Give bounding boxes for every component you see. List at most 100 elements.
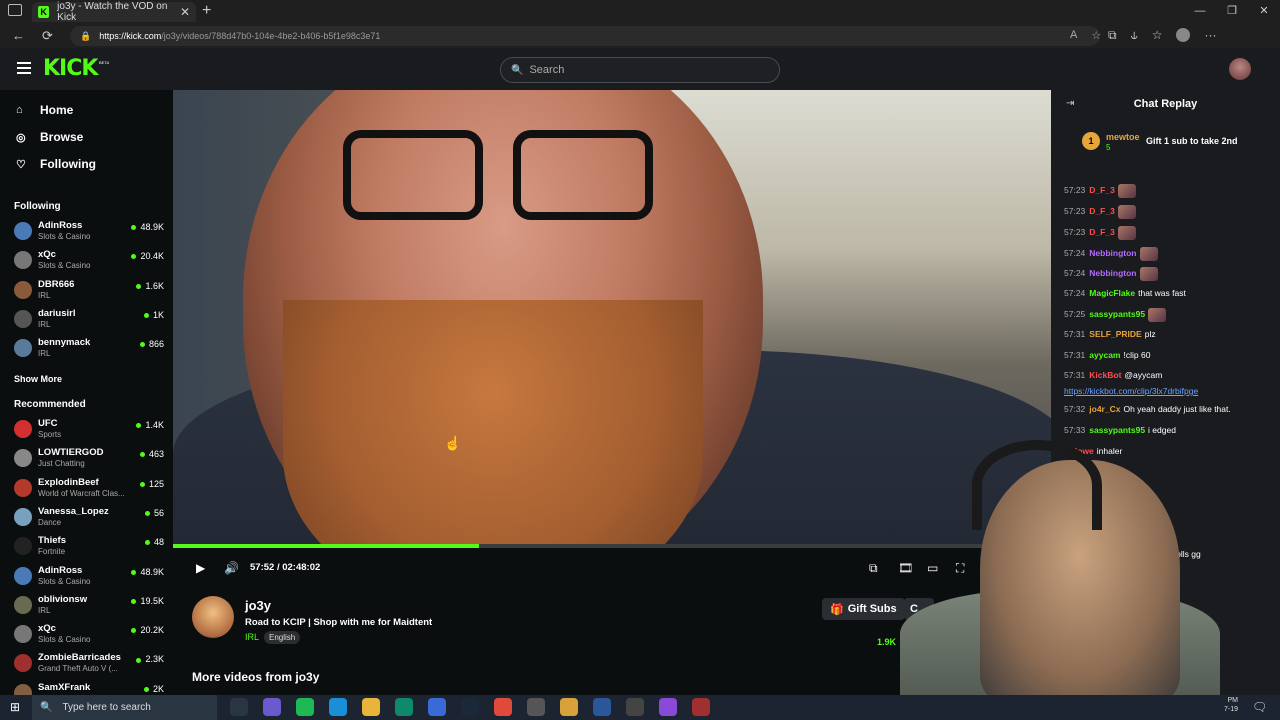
windows-start-icon[interactable]: ⊞: [10, 700, 20, 714]
channel-name: xQc: [38, 249, 56, 261]
kick-logo[interactable]: KICK: [43, 56, 98, 81]
favorite-star-icon[interactable]: ☆: [1091, 29, 1101, 42]
task-view-icon[interactable]: [230, 698, 248, 716]
following-channel[interactable]: bennymack IRL 866: [14, 335, 164, 363]
heart-icon: ♡: [16, 158, 26, 171]
message-user[interactable]: sassypants95: [1089, 425, 1145, 435]
spotify-icon[interactable]: [296, 698, 314, 716]
chrome-icon[interactable]: [494, 698, 512, 716]
channel-name: ZombieBarricades: [38, 652, 121, 664]
channel-avatar: [14, 251, 32, 270]
nav-following[interactable]: ♡ Following: [16, 157, 96, 171]
show-more-button[interactable]: Show More: [14, 374, 62, 384]
app-4-icon[interactable]: [527, 698, 545, 716]
app-2-icon[interactable]: [395, 698, 413, 716]
following-channel[interactable]: dariusirl IRL 1K: [14, 306, 164, 334]
read-aloud-icon[interactable]: A: [1070, 29, 1077, 42]
new-tab-button[interactable]: +: [202, 2, 211, 20]
address-bar[interactable]: 🔒 https://kick.com/jo3y/videos/788d47b0-…: [70, 26, 1100, 46]
message-time: 57:25: [1064, 309, 1086, 320]
maximize-button[interactable]: ❐: [1216, 0, 1248, 22]
message-user[interactable]: D_F_3: [1089, 185, 1115, 195]
mini-player-button[interactable]: ⧉: [869, 561, 878, 576]
split-screen-icon[interactable]: ⫝: [1131, 28, 1138, 43]
message-user[interactable]: D_F_3: [1089, 206, 1115, 216]
category-tag[interactable]: IRL: [245, 632, 259, 642]
steam-icon[interactable]: [461, 698, 479, 716]
recommended-channel[interactable]: ExplodinBeef World of Warcraft Clas... 125: [14, 475, 164, 503]
chrome-2-icon[interactable]: [560, 698, 578, 716]
channel-name[interactable]: jo3y: [245, 598, 271, 613]
notification-icon[interactable]: 🗨: [1252, 700, 1267, 714]
channel-name: Vanessa_Lopez: [38, 505, 109, 517]
channel-avatar: [14, 537, 32, 556]
kickbot-clip-link[interactable]: https://kickbot.com/clip/3lx7drbifpge: [1064, 386, 1198, 396]
system-clock[interactable]: PM 7-19: [1224, 696, 1238, 714]
profile-avatar[interactable]: [1176, 28, 1191, 42]
taskbar-search-input[interactable]: 🔍 Type here to search: [32, 695, 217, 720]
time-readout: 57:52 / 02:48:02: [250, 562, 321, 573]
message-user[interactable]: D_F_3: [1089, 227, 1115, 237]
recommended-channel[interactable]: xQc Slots & Casino 20.2K: [14, 621, 164, 649]
tab-close-icon[interactable]: ✕: [180, 5, 190, 19]
message-user[interactable]: Nebbington: [1089, 268, 1136, 278]
chat-message: 57:33 sassypants95 i edged: [1064, 425, 1176, 435]
word-icon[interactable]: [593, 698, 611, 716]
message-user[interactable]: KickBot: [1089, 370, 1121, 380]
message-user[interactable]: MagicFlake: [1089, 288, 1135, 298]
app-1-icon[interactable]: [263, 698, 281, 716]
clock-time: PM: [1227, 697, 1239, 704]
back-button[interactable]: ←: [12, 28, 25, 43]
recommended-channel[interactable]: oblivionsw IRL 19.5K: [14, 592, 164, 620]
chatgpt-icon[interactable]: [626, 698, 644, 716]
channel-avatar[interactable]: [192, 596, 234, 638]
pinned-sub-count: 5: [1106, 143, 1111, 152]
app-3-icon[interactable]: [428, 698, 446, 716]
browser-menu-icon[interactable]: ···: [1204, 28, 1216, 43]
volume-button[interactable]: 🔊: [224, 561, 239, 575]
search-input[interactable]: 🔍 Search: [500, 57, 780, 83]
minimize-button[interactable]: —: [1184, 0, 1216, 22]
following-channel[interactable]: xQc Slots & Casino 20.4K: [14, 247, 164, 275]
tab-actions-icon[interactable]: [8, 4, 22, 16]
app-5-icon[interactable]: [659, 698, 677, 716]
message-user[interactable]: SELF_PRIDE: [1089, 329, 1141, 339]
message-user[interactable]: jo4r_Cx: [1089, 404, 1120, 414]
recommended-channel[interactable]: Thiefs Fortnite 48: [14, 533, 164, 561]
recommended-channel[interactable]: Vanessa_Lopez Dance 56: [14, 504, 164, 532]
pinned-gift-leaderboard[interactable]: 1 mewtoe 5 Gift 1 sub to take 2nd: [1080, 130, 1260, 156]
message-time: 57:23: [1064, 185, 1086, 196]
recommended-channel[interactable]: AdinRoss Slots & Casino 48.9K: [14, 563, 164, 591]
viewer-count: 1K: [144, 310, 164, 320]
collapse-chat-icon[interactable]: ⇥: [1066, 98, 1074, 109]
app-6-icon[interactable]: [692, 698, 710, 716]
channel-name: SamXFrank: [38, 681, 91, 693]
edge-icon[interactable]: [329, 698, 347, 716]
kick-favicon-icon: K: [38, 6, 50, 18]
following-channel[interactable]: DBR666 IRL 1.6K: [14, 277, 164, 305]
hamburger-menu-icon[interactable]: [17, 62, 31, 74]
close-window-button[interactable]: ✕: [1248, 0, 1280, 22]
webcam-headphones: [972, 440, 1102, 530]
address-bar-icons: A ☆: [1070, 29, 1101, 42]
channel-category: Fortnite: [38, 547, 66, 557]
message-user[interactable]: Nebbington: [1089, 248, 1136, 258]
recommended-channel[interactable]: ZombieBarricades Grand Theft Auto V (... 2…: [14, 650, 164, 678]
play-button[interactable]: ▶: [196, 561, 205, 575]
extensions-icon[interactable]: ⧉: [1108, 28, 1117, 43]
following-channel[interactable]: AdinRoss Slots & Casino 48.9K: [14, 218, 164, 246]
language-tag[interactable]: English: [264, 631, 301, 644]
message-user[interactable]: ayycam: [1089, 350, 1120, 360]
recommended-channel[interactable]: LOWTIERGOD Just Chatting 463: [14, 445, 164, 473]
nav-home[interactable]: ⌂ Home: [16, 103, 73, 117]
browser-tab[interactable]: K jo3y - Watch the VOD on Kick ✕: [32, 1, 196, 23]
nav-browse[interactable]: ◎ Browse: [16, 130, 83, 144]
user-avatar[interactable]: [1229, 58, 1251, 80]
recommended-channel[interactable]: UFC Sports 1.4K: [14, 416, 164, 444]
channel-category: IRL: [38, 349, 51, 359]
reload-button[interactable]: ⟳: [42, 28, 53, 44]
window-controls: — ❐ ✕: [1184, 0, 1280, 22]
favorites-icon[interactable]: ☆: [1152, 28, 1163, 43]
message-user[interactable]: sassypants95: [1089, 309, 1145, 319]
explorer-icon[interactable]: [362, 698, 380, 716]
